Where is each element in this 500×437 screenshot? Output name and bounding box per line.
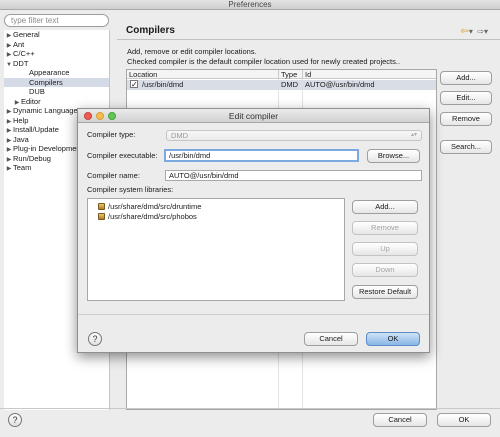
tree-item-label: Dynamic Languages [13, 106, 82, 115]
row-type: DMD [281, 80, 299, 89]
description-line-2: Checked compiler is the default compiler… [127, 57, 401, 66]
library-folder-icon [98, 213, 105, 220]
add-compiler-button[interactable]: Add... [440, 71, 492, 85]
forward-arrow-icon[interactable]: ⇨ [477, 27, 484, 36]
tree-item-label: DDT [13, 58, 29, 68]
dialog-footer-separator [78, 314, 429, 315]
tree-item-label: Ant [13, 39, 25, 49]
help-icon[interactable]: ? [8, 413, 22, 427]
row-id: AUTO@/usr/bin/dmd [305, 80, 375, 89]
tree-item-ant[interactable]: ▶ Ant [4, 40, 109, 50]
tree-item-label: Editor [21, 96, 41, 106]
compiler-type-value: DMD [171, 131, 189, 140]
compiler-name-label: Compiler name: [87, 171, 140, 180]
preferences-cancel-button[interactable]: Cancel [373, 413, 427, 427]
title-separator [117, 39, 500, 40]
tree-item-label: Compilers [29, 77, 63, 87]
window-title: Preferences [0, 0, 500, 10]
description-line-1: Add, remove or edit compiler locations. [127, 47, 257, 56]
tree-item-label: Plug-in Development [13, 144, 83, 153]
tree-item-appearance[interactable]: Appearance [4, 68, 109, 78]
tree-item-label: Run/Debug [13, 153, 51, 163]
tree-item-c-c-[interactable]: ▶ C/C++ [4, 49, 109, 59]
list-item[interactable]: /usr/share/dmd/src/druntime [98, 202, 201, 211]
tree-item-label: Java [13, 134, 29, 144]
dialog-help-icon[interactable]: ? [88, 332, 102, 346]
tree-item-compilers[interactable]: Compilers [4, 77, 109, 87]
compiler-executable-label: Compiler executable: [87, 151, 158, 160]
search-compiler-button[interactable]: Search... [440, 140, 492, 154]
history-navigation[interactable]: ⇦▾ ⇨▾ [460, 26, 488, 37]
tree-item-label: C/C++ [13, 49, 35, 58]
tree-item-label: Appearance [29, 68, 70, 77]
tree-item-general[interactable]: ▶ General [4, 30, 109, 40]
list-item[interactable]: /usr/share/dmd/src/phobos [98, 212, 197, 221]
library-path: /usr/share/dmd/src/druntime [108, 202, 202, 211]
row-location: /usr/bin/dmd [142, 80, 184, 89]
compiler-executable-input[interactable] [164, 149, 359, 162]
remove-compiler-button[interactable]: Remove [440, 112, 492, 126]
compiler-type-label: Compiler type: [87, 130, 136, 139]
page-title: Compilers [126, 25, 175, 36]
edit-compiler-dialog: Edit compiler Compiler type: DMD ▴▾ Comp… [77, 108, 430, 353]
browse-button[interactable]: Browse... [367, 149, 420, 163]
preferences-ok-button[interactable]: OK [437, 413, 491, 427]
library-path: /usr/share/dmd/src/phobos [108, 212, 197, 221]
tree-item-ddt[interactable]: ▼DDT [4, 59, 109, 69]
dialog-cancel-button[interactable]: Cancel [304, 332, 358, 346]
column-header-type[interactable]: Type [279, 70, 303, 79]
filter-input[interactable] [4, 14, 109, 27]
restore-default-button[interactable]: Restore Default [352, 285, 418, 299]
compiler-name-input[interactable] [165, 170, 422, 181]
zoom-window-icon[interactable] [108, 112, 116, 120]
tree-item-label: General [13, 30, 40, 39]
checkmark-icon: ✓ [130, 80, 138, 89]
tree-item-editor[interactable]: ▶ Editor [4, 97, 109, 107]
move-up-button[interactable]: Up [352, 242, 418, 256]
tree-item-dub[interactable]: DUB [4, 87, 109, 97]
minimize-window-icon[interactable] [96, 112, 104, 120]
select-stepper-icon: ▴▾ [410, 132, 417, 138]
dialog-ok-button[interactable]: OK [366, 332, 420, 346]
close-window-icon[interactable] [84, 112, 92, 120]
compiler-type-select[interactable]: DMD ▴▾ [166, 130, 422, 141]
system-libraries-list[interactable]: /usr/share/dmd/src/druntime /usr/share/d… [87, 198, 345, 301]
column-header-id[interactable]: Id [303, 70, 436, 79]
table-row[interactable]: ✓ /usr/bin/dmd DMD AUTO@/usr/bin/dmd [127, 80, 436, 90]
system-libraries-label: Compiler system libraries: [87, 185, 174, 194]
tree-item-label: Help [13, 115, 29, 125]
remove-library-button[interactable]: Remove [352, 221, 418, 235]
footer-separator [0, 408, 500, 409]
collapsed-chevron-icon[interactable]: ▶ [5, 165, 13, 175]
dialog-title: Edit compiler [228, 111, 279, 121]
tree-item-label: Install/Update [13, 125, 59, 134]
move-down-button[interactable]: Down [352, 263, 418, 277]
back-arrow-icon[interactable]: ⇦ [460, 26, 468, 37]
forward-menu-chevron-icon[interactable]: ▾ [484, 27, 488, 36]
column-header-location[interactable]: Location [127, 70, 279, 79]
tree-item-label: Team [13, 163, 32, 172]
table-header: Location Type Id [127, 70, 436, 79]
back-menu-chevron-icon[interactable]: ▾ [469, 27, 473, 36]
dialog-titlebar: Edit compiler [78, 109, 429, 123]
page-description: Add, remove or edit compiler locations. … [127, 47, 400, 67]
add-library-button[interactable]: Add... [352, 200, 418, 214]
edit-compiler-button[interactable]: Edit... [440, 91, 492, 105]
library-folder-icon [98, 203, 105, 210]
tree-item-label: DUB [29, 87, 45, 96]
